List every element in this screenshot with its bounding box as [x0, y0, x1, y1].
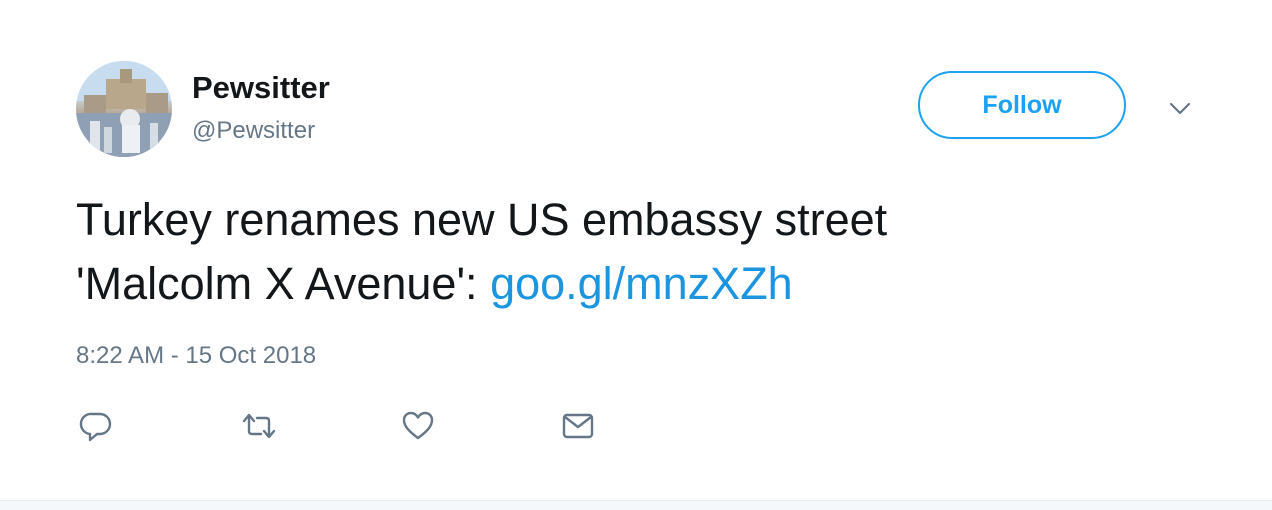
tweet-card: Pewsitter @Pewsitter Follow Turkey renam…	[0, 0, 1272, 510]
tweet-timestamp[interactable]: 8:22 AM - 15 Oct 2018	[76, 340, 316, 372]
direct-message-button[interactable]	[558, 408, 598, 444]
direct-message-icon	[562, 413, 594, 439]
reply-icon	[79, 412, 112, 442]
avatar-photo-icon	[76, 61, 172, 157]
avatar[interactable]	[76, 61, 172, 157]
like-button[interactable]	[398, 408, 438, 444]
tweet-text-line: Turkey renames new US embassy street	[76, 194, 888, 245]
divider	[0, 500, 1272, 510]
retweet-icon	[242, 413, 276, 439]
tweet-link[interactable]: goo.gl/mnzXZh	[490, 258, 793, 309]
reply-button[interactable]	[76, 408, 116, 444]
tweet-text-line: 'Malcolm X Avenue':	[76, 258, 491, 309]
chevron-down-icon	[1169, 102, 1191, 115]
like-icon	[402, 411, 434, 440]
retweet-button[interactable]	[239, 408, 279, 444]
tweet-text: Turkey renames new US embassy street 'Ma…	[76, 188, 1196, 316]
tweet-menu-button[interactable]	[1166, 97, 1194, 121]
follow-button[interactable]: Follow	[918, 71, 1126, 139]
user-display-name[interactable]: Pewsitter	[192, 70, 330, 106]
user-handle[interactable]: @Pewsitter	[192, 116, 315, 146]
